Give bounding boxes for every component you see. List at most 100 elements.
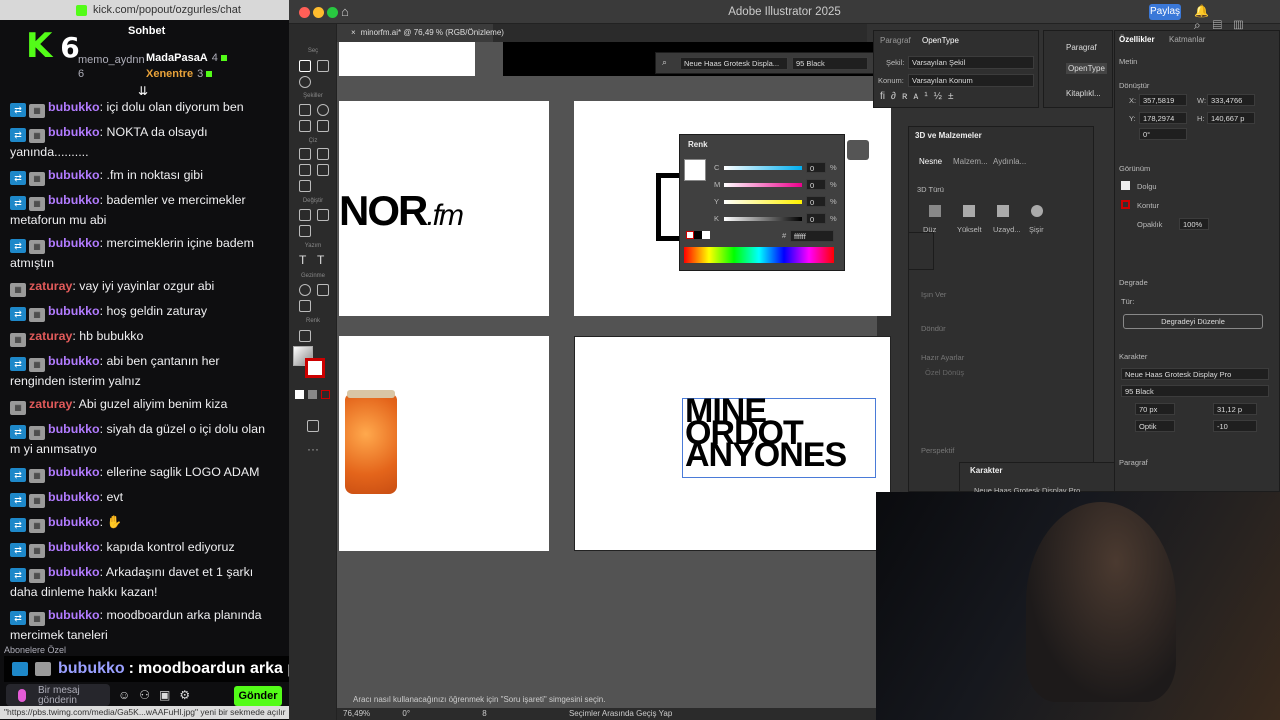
char-font-field[interactable]: Neue Haas Grotesk Display Pro (1121, 368, 1269, 380)
color-panel-dock-icon[interactable] (847, 140, 869, 160)
cmyk-slider[interactable] (724, 183, 802, 187)
title-icons[interactable]: 🔔⌕▤▥ (1194, 4, 1280, 33)
h-field[interactable]: 140,667 p (1207, 112, 1255, 124)
none-mode-icon[interactable] (321, 390, 330, 399)
sekil-field[interactable]: Varsayılan Şekil (908, 56, 1034, 69)
fill-color-swatch[interactable] (684, 159, 706, 181)
direct-selection-tool-icon[interactable] (317, 60, 329, 72)
selection-tool-icon[interactable] (299, 60, 311, 72)
polygon-tool-icon[interactable] (299, 120, 311, 132)
artboard-1[interactable] (339, 42, 475, 76)
cmyk-value[interactable]: 0 (806, 196, 826, 207)
color-mode-icon[interactable] (295, 390, 304, 399)
chat-username[interactable]: bubukko (48, 565, 100, 579)
chat-username[interactable]: bubukko (48, 465, 100, 479)
opentype-panel[interactable]: Paragraf OpenType Şekil: Varsayılan Şeki… (873, 30, 1039, 108)
dock-libraries[interactable]: Kitaplıkl... (1066, 89, 1101, 98)
shaper-tool-icon[interactable] (317, 120, 329, 132)
cmyk-value[interactable]: 0 (806, 162, 826, 173)
pencil-tool-icon[interactable] (299, 164, 311, 176)
width-tool-icon[interactable] (299, 225, 311, 237)
white-swatch-icon[interactable] (702, 231, 710, 239)
cmyk-slider[interactable] (724, 217, 802, 221)
chat-username[interactable]: bubukko (48, 540, 100, 554)
color-panel[interactable]: Renk C 0% M 0% Y 0% K 0% # ffffff (679, 134, 845, 271)
cmyk-value[interactable]: 0 (806, 213, 826, 224)
stroke-swatch[interactable] (1121, 200, 1130, 209)
dock-opentype[interactable]: OpenType (1066, 63, 1107, 74)
eyedropper-tool-icon[interactable] (299, 300, 311, 312)
chat-username[interactable]: bubukko (48, 490, 100, 504)
chat-username[interactable]: bubukko (48, 608, 100, 622)
x-field[interactable]: 357,5819 (1139, 94, 1187, 106)
chat-username[interactable]: bubukko (48, 236, 100, 250)
font-size-field[interactable]: 70 px (1135, 403, 1175, 415)
opentype-glyph-icons[interactable]: ﬁ∂ʀᴀ¹½± (880, 91, 959, 102)
chat-username[interactable]: zaturay (29, 329, 72, 343)
edit-gradient-button[interactable]: Degradeyi Düzenle (1123, 314, 1263, 329)
artboard-text[interactable]: MINE ORDOT ANYONES (574, 336, 891, 551)
3d-revolve-icon[interactable] (997, 205, 1009, 217)
chat-username[interactable]: bubukko (48, 304, 100, 318)
properties-panel[interactable]: Özellikler Katmanlar Metin Dönüştür X: 35… (1114, 30, 1280, 492)
char-style-field[interactable]: 95 Black (1121, 385, 1269, 397)
brush-tool-icon[interactable] (317, 164, 329, 176)
chat-username[interactable]: zaturay (29, 397, 72, 411)
stroke-swatch-icon[interactable] (305, 358, 325, 378)
font-style-field[interactable]: 95 Black (792, 57, 868, 70)
3d-inflate-icon[interactable] (1031, 205, 1043, 217)
angle-field[interactable]: 0° (1139, 128, 1187, 140)
chat-action-icons[interactable]: ☺⚇▣⚙ (118, 688, 199, 702)
ellipse-tool-icon[interactable] (317, 104, 329, 116)
eraser-tool-icon[interactable] (299, 180, 311, 192)
3d-materials-panel[interactable]: 3D ve Malzemeler Nesne Malzem... Aydınla… (908, 126, 1094, 492)
w-field[interactable]: 333,4766 (1207, 94, 1255, 106)
more-tools-icon[interactable]: ··· (307, 442, 319, 456)
hex-field[interactable]: ffffff (790, 230, 834, 242)
browser-url-bar[interactable]: kick.com/popout/ozgurles/chat (0, 0, 289, 20)
chat-username[interactable]: bubukko (48, 100, 100, 114)
none-swatch-icon[interactable] (686, 231, 694, 239)
chat-username[interactable]: bubukko (48, 422, 100, 436)
rectangle-tool-icon[interactable] (299, 104, 311, 116)
tracking-field[interactable]: -10 (1213, 420, 1257, 432)
chat-messages[interactable]: ⇄ ▦ bubukko: içi dolu olan diyorum ben ⇄ ▦ bu… (0, 96, 285, 644)
curvature-tool-icon[interactable] (317, 148, 329, 160)
chat-username[interactable]: bubukko (48, 125, 100, 139)
chat-username[interactable]: zaturay (29, 279, 72, 293)
kerning-field[interactable]: Optik (1135, 420, 1175, 432)
artboard-jar[interactable] (339, 336, 549, 551)
3d-extrude-icon[interactable] (963, 205, 975, 217)
lasso-tool-icon[interactable] (299, 76, 311, 88)
cmyk-value[interactable]: 0 (806, 179, 826, 190)
send-button[interactable]: Gönder (234, 686, 282, 706)
black-swatch-icon[interactable] (694, 231, 702, 239)
area-type-tool-icon[interactable]: T (317, 253, 324, 267)
fill-swatch[interactable] (1121, 181, 1130, 190)
character-float-panel[interactable]: Karakter Neue Haas Grotesk Display Pro (959, 462, 1119, 495)
zoom-tool-icon[interactable] (299, 284, 311, 296)
3d-tab-material[interactable]: Malzem... (953, 157, 988, 166)
hand-tool-icon[interactable] (317, 284, 329, 296)
y-field[interactable]: 178,2974 (1139, 112, 1187, 124)
konum-field[interactable]: Varsayılan Konum (908, 74, 1034, 87)
tab-properties[interactable]: Özellikler (1119, 35, 1155, 44)
3d-tab-lighting[interactable]: Aydınla... (993, 157, 1026, 166)
chat-username[interactable]: bubukko (48, 193, 100, 207)
chat-username[interactable]: bubukko (48, 354, 100, 368)
gradient-mode-icon[interactable] (308, 390, 317, 399)
artboard-logo[interactable]: NOR.fm (339, 101, 549, 316)
cmyk-slider[interactable] (724, 200, 802, 204)
tab-opentype[interactable]: OpenType (922, 36, 959, 45)
reflect-tool-icon[interactable] (317, 209, 329, 221)
floating-mini-panel[interactable] (908, 232, 934, 270)
draw-mode-icon[interactable] (307, 420, 319, 432)
cmyk-slider[interactable] (724, 166, 802, 170)
mic-icon[interactable] (18, 689, 26, 702)
tab-paragraf[interactable]: Paragraf (880, 36, 911, 45)
dock-paragraf[interactable]: Paragraf (1066, 43, 1097, 52)
tab-layers[interactable]: Katmanlar (1169, 35, 1205, 44)
3d-flat-icon[interactable] (929, 205, 941, 217)
font-family-field[interactable]: Neue Haas Grotesk Displa... (680, 57, 788, 70)
chat-username[interactable]: bubukko (48, 168, 100, 182)
